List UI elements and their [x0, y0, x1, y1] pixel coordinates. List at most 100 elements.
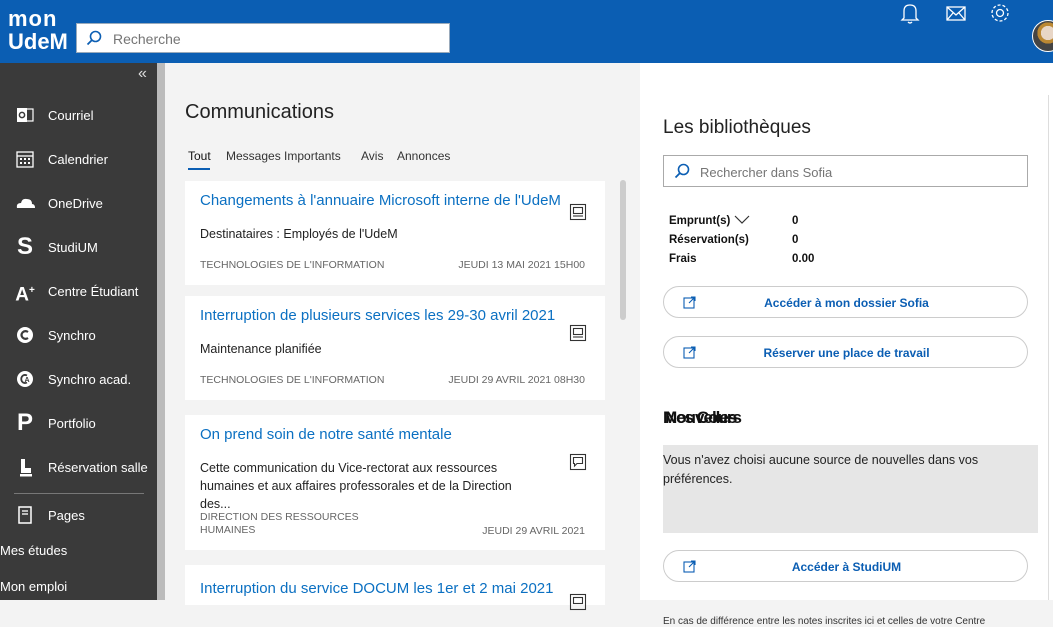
card-date: JEUDI 29 AVRIL 2021 — [482, 525, 585, 537]
sidebar-item-label: Centre Étudiant — [48, 284, 139, 299]
news-title-overlap-b: Nouvelles — [665, 408, 737, 427]
sidebar-item-label: Pages — [48, 508, 85, 523]
search-input[interactable] — [111, 28, 435, 50]
card-source: TECHNOLOGIES DE L'INFORMATION — [200, 374, 385, 386]
sidebar-item-label: Synchro acad. — [48, 372, 132, 387]
sofia-search-box[interactable] — [663, 155, 1028, 187]
avatar[interactable] — [1032, 20, 1053, 52]
reserve-workspace-button[interactable]: Réserver une place de travail — [663, 336, 1028, 368]
communications-scrollbar[interactable] — [620, 180, 626, 320]
button-label: Réserver une place de travail — [763, 346, 930, 360]
svg-text:A: A — [25, 377, 30, 384]
active-tab-indicator — [188, 168, 210, 170]
sidebar-item-label: Synchro — [48, 328, 96, 343]
news-empty-text: Vous n'avez choisi aucune source de nouv… — [663, 453, 979, 486]
reservation-icon — [20, 459, 32, 477]
gear-icon[interactable] — [987, 0, 1013, 26]
card-title[interactable]: On prend soin de notre santé mentale — [200, 426, 452, 443]
card-date: JEUDI 13 MAI 2021 15H00 — [458, 259, 585, 271]
sidebar-item-pages[interactable]: Pages — [0, 500, 157, 530]
communication-card[interactable]: Interruption de plusieurs services les 2… — [185, 296, 605, 400]
computer-icon — [569, 593, 587, 611]
communication-card[interactable]: On prend soin de notre santé mentale Cet… — [185, 415, 605, 550]
sidebar-item-onedrive[interactable]: OneDrive — [0, 188, 157, 218]
outlook-icon — [17, 108, 34, 122]
news-box: Vous n'avez choisi aucune source de nouv… — [663, 445, 1038, 533]
bell-icon[interactable] — [897, 0, 923, 26]
sidebar-item-reservation-salle[interactable]: Réservation salle — [0, 452, 157, 482]
button-label: Accéder à StudiUM — [791, 560, 902, 574]
stat-label: Emprunt(s) — [669, 215, 731, 227]
stat-reservations: Réservation(s) — [669, 234, 749, 246]
sidebar-item-courriel[interactable]: Courriel — [0, 100, 157, 130]
card-title[interactable]: Interruption de plusieurs services les 2… — [200, 307, 555, 324]
sidebar: « Courriel Calendrier OneDrive S StudiUM… — [0, 63, 157, 600]
card-date: JEUDI 29 AVRIL 2021 08H30 — [448, 374, 585, 386]
logo-line1: mon — [8, 6, 58, 31]
synchro-acad-icon: A — [17, 371, 33, 387]
tab-avis[interactable]: Avis — [361, 149, 383, 163]
search-icon — [674, 163, 690, 179]
communication-card[interactable]: Interruption du service DOCUM les 1er et… — [185, 565, 605, 611]
card-title[interactable]: Interruption du service DOCUM les 1er et… — [200, 580, 554, 597]
grades-footnote: En cas de différence entre les notes ins… — [663, 616, 986, 627]
sidebar-item-studium[interactable]: S StudiUM — [0, 232, 157, 262]
p-icon: P — [16, 409, 33, 436]
studium-button[interactable]: Accéder à StudiUM — [663, 550, 1028, 582]
sidebar-item-label: StudiUM — [48, 240, 98, 255]
communications-panel: Communications Tout Messages Importants … — [165, 63, 638, 611]
card-source-line1: DIRECTION DES RESSOURCES — [200, 511, 359, 523]
card-source-line2: HUMAINES — [200, 524, 256, 536]
chevron-down-icon[interactable] — [734, 215, 750, 224]
button-label: Accéder à mon dossier Sofia — [764, 296, 929, 310]
computer-icon — [569, 203, 587, 221]
sidebar-item-calendrier[interactable]: Calendrier — [0, 144, 157, 174]
sidebar-divider — [14, 493, 144, 494]
communication-card[interactable]: Changements à l'annuaire Microsoft inter… — [185, 181, 605, 285]
sidebar-item-portfolio[interactable]: P Portfolio — [0, 408, 157, 438]
pages-icon — [18, 506, 32, 524]
tab-annonces[interactable]: Annonces — [397, 149, 450, 163]
libraries-title: Les bibliothèques — [663, 117, 811, 138]
sofia-search-input[interactable] — [698, 162, 1002, 182]
stat-value: 0 — [792, 234, 799, 246]
logo-line2: UdeM — [8, 29, 68, 54]
synchro-icon — [17, 327, 33, 343]
sidebar-item-label: Portfolio — [48, 416, 96, 431]
sidebar-item-label: Courriel — [48, 108, 94, 123]
sofia-dossier-button[interactable]: Accéder à mon dossier Sofia — [663, 286, 1028, 318]
card-description: Destinataires : Employés de l'UdeM — [200, 227, 398, 241]
sidebar-item-label: Calendrier — [48, 152, 108, 167]
sidebar-item-synchro-acad[interactable]: A Synchro acad. — [0, 364, 157, 394]
stat-emprunts[interactable]: Emprunt(s) — [669, 215, 750, 227]
card-source: DIRECTION DES RESSOURCES HUMAINES — [200, 511, 359, 537]
tab-messages-importants[interactable]: Messages Importants — [226, 149, 341, 163]
stat-frais: Frais — [669, 253, 697, 265]
sidebar-item-mes-etudes[interactable]: Mes études — [0, 543, 67, 558]
sidebar-item-centre-etudiant[interactable]: A+ Centre Étudiant — [0, 276, 157, 306]
stat-value: 0 — [792, 215, 799, 227]
mail-icon[interactable] — [943, 0, 969, 26]
sidebar-scrollbar[interactable] — [157, 63, 165, 600]
a-plus-icon: A+ — [15, 284, 35, 306]
tab-tout[interactable]: Tout — [188, 149, 211, 163]
card-description: Cette communication du Vice-rectorat aux… — [200, 461, 512, 511]
top-bar: mon UdeM — [0, 0, 1053, 63]
cloud-icon — [16, 198, 35, 208]
s-icon: S — [16, 233, 33, 260]
card-title[interactable]: Changements à l'annuaire Microsoft inter… — [200, 192, 561, 209]
sidebar-item-mon-emploi[interactable]: Mon emploi — [0, 579, 67, 594]
collapse-icon[interactable]: « — [138, 65, 147, 83]
sidebar-item-synchro[interactable]: Synchro — [0, 320, 157, 350]
stat-value: 0.00 — [792, 253, 815, 265]
communications-title: Communications — [185, 101, 334, 123]
computer-icon — [569, 324, 587, 342]
sidebar-item-label: OneDrive — [48, 196, 103, 211]
search-box[interactable] — [76, 23, 450, 53]
udem-logo[interactable]: mon UdeM — [8, 8, 68, 56]
card-description: Maintenance planifiée — [200, 342, 322, 356]
search-icon — [86, 30, 102, 46]
chat-icon — [569, 453, 587, 471]
panel-border — [1048, 95, 1049, 600]
card-source: TECHNOLOGIES DE L'INFORMATION — [200, 259, 385, 271]
